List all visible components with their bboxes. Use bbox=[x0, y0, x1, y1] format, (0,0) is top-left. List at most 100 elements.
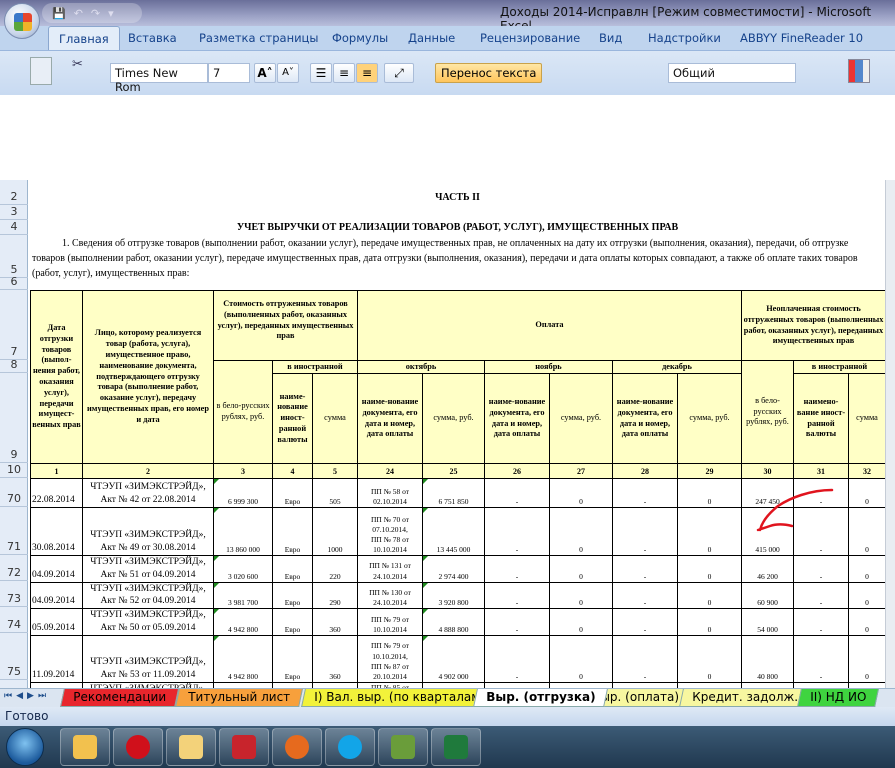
table-cell[interactable]: - bbox=[612, 581, 678, 610]
table-cell[interactable]: Евро bbox=[272, 478, 313, 508]
row-header[interactable]: 4 bbox=[0, 220, 28, 235]
tab-abbyy[interactable]: ABBYY FineReader 10 bbox=[740, 31, 863, 45]
taskbar-opera-button[interactable] bbox=[113, 728, 163, 766]
vertical-scrollbar[interactable] bbox=[885, 180, 895, 688]
table-cell[interactable]: - bbox=[612, 634, 678, 683]
table-cell[interactable]: 54 000 bbox=[741, 608, 794, 636]
row-header[interactable]: 74 bbox=[0, 607, 28, 633]
table-cell[interactable]: - bbox=[793, 634, 849, 683]
taskbar-outlook-button[interactable] bbox=[60, 728, 110, 766]
table-cell[interactable]: 1000 bbox=[312, 507, 358, 556]
row-header[interactable]: 70 bbox=[0, 478, 28, 507]
tab-page-layout[interactable]: Разметка страницы bbox=[199, 31, 318, 45]
table-cell[interactable]: 30.08.2014 bbox=[30, 507, 83, 556]
taskbar-firefox-button[interactable] bbox=[272, 728, 322, 766]
table-cell[interactable]: - bbox=[612, 555, 678, 583]
table-cell[interactable]: - bbox=[484, 555, 550, 583]
table-cell[interactable]: - bbox=[793, 581, 849, 610]
taskbar-skype-button[interactable] bbox=[325, 728, 375, 766]
table-cell[interactable]: 0 bbox=[549, 581, 613, 610]
row-header[interactable]: 75 bbox=[0, 633, 28, 680]
table-cell[interactable]: 0 bbox=[677, 608, 742, 636]
tab-addins[interactable]: Надстройки bbox=[648, 31, 721, 45]
table-cell[interactable]: 4 902 000 bbox=[422, 634, 485, 683]
row-header[interactable]: 72 bbox=[0, 555, 28, 581]
table-cell[interactable]: 4 888 800 bbox=[422, 608, 485, 636]
worksheet[interactable]: 2 3 4 5 6 7 8 9 10 70 71 72 73 74 75 ЧАСТЬ II УЧЕТ ВЫР… bbox=[0, 180, 895, 688]
table-cell[interactable]: 4 942 800 bbox=[213, 634, 273, 683]
font-size-select[interactable]: 7 bbox=[208, 63, 250, 83]
row-header[interactable]: 3 bbox=[0, 205, 28, 220]
taskbar-file-explorer-button[interactable] bbox=[166, 728, 216, 766]
table-cell[interactable]: 0 bbox=[549, 608, 613, 636]
table-cell[interactable]: 360 bbox=[312, 608, 358, 636]
table-cell[interactable]: ПП № 79 от 10.10.2014 bbox=[357, 608, 423, 636]
table-cell[interactable]: 2 974 400 bbox=[422, 555, 485, 583]
table-cell[interactable]: 3 020 600 bbox=[213, 555, 273, 583]
table-cell[interactable]: 0 bbox=[549, 634, 613, 683]
conditional-formatting-icon[interactable] bbox=[848, 59, 870, 83]
table-cell[interactable]: - bbox=[612, 478, 678, 508]
table-cell[interactable]: 22.08.2014 bbox=[30, 478, 83, 508]
row-header[interactable]: 71 bbox=[0, 507, 28, 555]
table-cell[interactable]: Евро bbox=[272, 581, 313, 610]
office-button[interactable] bbox=[4, 3, 40, 39]
wrap-text-button[interactable]: Перенос текста bbox=[435, 63, 543, 83]
table-cell[interactable]: - bbox=[612, 507, 678, 556]
number-format-select[interactable]: Общий bbox=[668, 63, 796, 83]
table-cell[interactable]: Евро bbox=[272, 507, 313, 556]
table-cell[interactable]: ПП № 130 от 24.10.2014 bbox=[357, 581, 423, 610]
table-cell[interactable]: 13 445 000 bbox=[422, 507, 485, 556]
row-header[interactable]: 73 bbox=[0, 581, 28, 607]
tab-formulas[interactable]: Формулы bbox=[332, 31, 388, 45]
table-cell[interactable]: 6 751 850 bbox=[422, 478, 485, 508]
table-cell[interactable]: ПП № 131 от 24.10.2014 bbox=[357, 555, 423, 583]
sheet-tab[interactable]: I) Вал. выр. (по кварталам) bbox=[301, 689, 498, 707]
table-cell[interactable]: ЧТЭУП «ЗИМЭКСТРЭЙД», Акт № 42 от 22.08.2… bbox=[82, 478, 214, 508]
sheet-tab[interactable]: II) НД ИО bbox=[797, 689, 880, 707]
sheet-tab[interactable]: Титульный лист bbox=[175, 689, 303, 707]
orientation-button[interactable]: ⤢ bbox=[384, 63, 414, 83]
table-cell[interactable]: 0 bbox=[848, 581, 886, 610]
customize-qat-icon[interactable]: ▾ bbox=[108, 7, 114, 20]
sheet-tab[interactable]: Рекомендации bbox=[60, 689, 179, 707]
cut-icon[interactable]: ✂ bbox=[72, 57, 83, 72]
grow-font-button[interactable]: A˄ bbox=[254, 63, 276, 83]
table-cell[interactable]: 46 200 bbox=[741, 555, 794, 583]
table-cell[interactable]: ЧТЭУП «ЗИМЭКСТРЭЙД», Акт № 53 от 11.09.2… bbox=[82, 634, 214, 683]
table-cell[interactable]: Евро bbox=[272, 555, 313, 583]
align-bottom-button[interactable]: ≡ bbox=[356, 63, 378, 83]
table-cell[interactable]: - bbox=[484, 608, 550, 636]
align-top-button[interactable]: ☰ bbox=[310, 63, 332, 83]
table-cell[interactable]: 0 bbox=[677, 478, 742, 508]
table-cell[interactable]: ЧТЭУП «ЗИМЭКСТРЭЙД», Акт № 49 от 30.08.2… bbox=[82, 507, 214, 556]
font-name-select[interactable]: Times New Rom bbox=[110, 63, 208, 94]
start-button[interactable] bbox=[6, 728, 44, 766]
table-cell[interactable]: - bbox=[612, 608, 678, 636]
table-cell[interactable]: - bbox=[793, 507, 849, 556]
table-cell[interactable]: 40 800 bbox=[741, 634, 794, 683]
save-icon[interactable]: 💾 bbox=[52, 7, 66, 20]
table-cell[interactable]: - bbox=[484, 581, 550, 610]
table-cell[interactable]: 60 900 bbox=[741, 581, 794, 610]
table-cell[interactable]: 05.09.2014 bbox=[30, 608, 83, 636]
row-header[interactable]: 2 bbox=[0, 188, 28, 205]
table-cell[interactable]: 220 bbox=[312, 555, 358, 583]
table-cell[interactable]: - bbox=[793, 478, 849, 508]
table-cell[interactable]: 0 bbox=[677, 555, 742, 583]
row-header[interactable]: 7 bbox=[0, 290, 28, 360]
table-cell[interactable]: - bbox=[793, 555, 849, 583]
table-cell[interactable]: 4 942 800 bbox=[213, 608, 273, 636]
table-cell[interactable]: ПП № 58 от 02.10.2014 bbox=[357, 478, 423, 508]
paste-icon[interactable] bbox=[30, 57, 52, 85]
table-cell[interactable]: - bbox=[793, 608, 849, 636]
table-cell[interactable]: 247 450 bbox=[741, 478, 794, 508]
table-cell[interactable]: 505 bbox=[312, 478, 358, 508]
table-cell[interactable]: ПП № 79 от 10.10.2014, ПП № 87 от 20.10.… bbox=[357, 634, 423, 683]
table-cell[interactable]: 0 bbox=[848, 608, 886, 636]
table-cell[interactable]: 11.09.2014 bbox=[30, 634, 83, 683]
table-cell[interactable]: 0 bbox=[848, 555, 886, 583]
row-header[interactable]: 9 bbox=[0, 373, 28, 463]
table-cell[interactable]: 0 bbox=[677, 581, 742, 610]
table-cell[interactable]: 0 bbox=[677, 507, 742, 556]
